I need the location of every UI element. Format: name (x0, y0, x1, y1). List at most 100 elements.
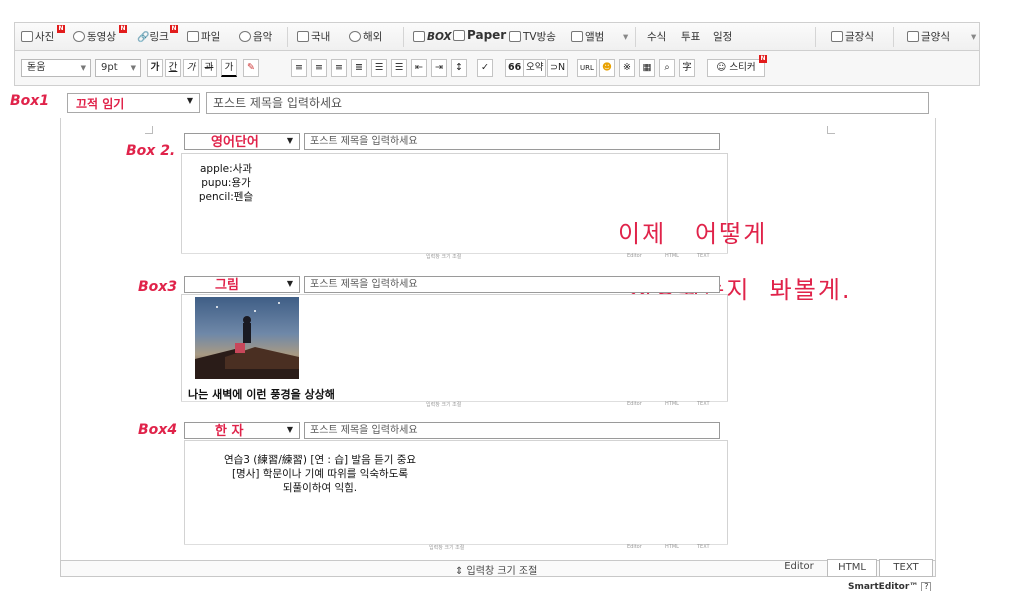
formula-button[interactable]: 수식 (647, 29, 666, 45)
photo-icon (21, 31, 33, 42)
numbered-list-icon: ☰ (374, 62, 384, 73)
justify-button[interactable]: ≣ (351, 59, 367, 77)
tab-editor[interactable]: Editor (773, 559, 825, 577)
sticker-button[interactable]: ☺ 스티커 (707, 59, 765, 77)
bold-button[interactable]: 가 (147, 59, 163, 77)
overseas-map-button[interactable]: 해외 (349, 29, 382, 45)
vote-button[interactable]: 투표 (681, 29, 700, 45)
video-button[interactable]: 동영상 (73, 29, 116, 45)
tab-text[interactable]: TEXT (697, 401, 710, 407)
text-style-button[interactable]: 글장식 (831, 29, 874, 45)
box4-annotation: Box4 (138, 422, 178, 438)
strike-button[interactable]: 과 (201, 59, 217, 77)
box2-title-input[interactable]: 포스트 제목을 입력하세요 (304, 133, 720, 150)
line-height-button[interactable]: ↕ (451, 59, 467, 77)
tab-editor[interactable]: Editor (627, 544, 642, 550)
outdent-icon: ⇤ (415, 62, 423, 73)
box3-content[interactable]: 나는 새벽에 이런 풍경을 상상해 (181, 294, 728, 401)
music-button[interactable]: 음악 (239, 29, 272, 45)
special-char-button[interactable]: ⊃N (547, 59, 569, 77)
tv-button[interactable]: TV방송 (509, 29, 556, 45)
font-select[interactable]: 돋움 ▼ (21, 59, 91, 77)
tab-html[interactable]: HTML (827, 559, 877, 577)
chevron-down-icon: ▼ (286, 136, 293, 145)
album-button[interactable]: 앨범 (571, 29, 604, 45)
template-dropdown[interactable]: ▾ (971, 29, 976, 45)
new-badge: N (57, 25, 65, 33)
insert-toolbar: 사진 N 동영상 N 🔗링크 N 파일 음악 국내 해외 BOX Paper T… (14, 22, 980, 50)
box4-title-input[interactable]: 포스트 제목을 입력하세요 (304, 422, 720, 439)
tab-editor[interactable]: Editor (627, 253, 642, 259)
box3-title-input[interactable]: 포스트 제목을 입력하세요 (304, 276, 720, 293)
tab-html[interactable]: HTML (665, 253, 679, 259)
resize-handle[interactable]: ⇕ 입력창 크기 조절 (455, 562, 537, 577)
tab-text[interactable]: TEXT (697, 253, 710, 259)
box4-content[interactable]: 연습3 (練習/練習) [연 : 습] 발음 듣기 중요 [명사] 학문이나 기… (184, 440, 728, 544)
divider (815, 27, 816, 47)
table-button[interactable]: ▦ (639, 59, 655, 77)
spellcheck-button[interactable]: ✓ (477, 59, 493, 77)
font-size-select[interactable]: 9pt ▼ (95, 59, 141, 77)
underline-button[interactable]: 간 (165, 59, 181, 77)
tab-text[interactable]: TEXT (879, 559, 933, 577)
italic-button[interactable]: 가 (183, 59, 199, 77)
summary-button[interactable]: 오약 (523, 59, 547, 77)
symbol-button[interactable]: ※ (619, 59, 635, 77)
numbered-list-button[interactable]: ☰ (371, 59, 387, 77)
box2-category-select[interactable]: 영어단어 ▼ (184, 133, 300, 150)
divider (287, 27, 288, 47)
resize-label[interactable]: 입력창 크기 조절 (426, 401, 461, 408)
emoticon-button[interactable]: ☻ (599, 59, 615, 77)
divider (403, 27, 404, 47)
chevron-down-icon: ▼ (286, 279, 293, 288)
box2-footer: 입력창 크기 조절 Editor HTML TEXT (181, 253, 728, 261)
chevron-down-icon: ▼ (130, 64, 136, 72)
corner-mark (145, 126, 153, 134)
tab-html[interactable]: HTML (665, 401, 679, 407)
file-button[interactable]: 파일 (187, 29, 220, 45)
box1-category-select[interactable]: 끄적 임기 ▼ (67, 93, 200, 113)
more-dropdown[interactable]: ▾ (623, 29, 628, 45)
box1-title-input[interactable]: 포스트 제목을 입력하세요 (206, 92, 929, 114)
resize-label[interactable]: 입력창 크기 조절 (429, 544, 464, 551)
align-center-button[interactable]: ≡ (311, 59, 327, 77)
align-right-button[interactable]: ≡ (331, 59, 347, 77)
url-button[interactable]: URL (577, 59, 597, 77)
box3-category-label: 그림 (215, 278, 239, 293)
bullet-list-button[interactable]: ☰ (391, 59, 407, 77)
file-icon (187, 31, 199, 42)
help-button[interactable]: ? (921, 582, 932, 591)
indent-button[interactable]: ⇥ (431, 59, 447, 77)
justify-icon: ≣ (355, 62, 363, 73)
outdent-button[interactable]: ⇤ (411, 59, 427, 77)
tab-text[interactable]: TEXT (697, 544, 710, 550)
search-button[interactable]: ⌕ (659, 59, 675, 77)
box4-category-select[interactable]: 한 자 ▼ (184, 422, 300, 439)
tab-html[interactable]: HTML (665, 544, 679, 550)
highlight-button[interactable]: ✎ (243, 59, 259, 77)
quote-button[interactable]: 66 (505, 59, 525, 77)
box3-category-select[interactable]: 그림 ▼ (184, 276, 300, 293)
smile-icon: ☻ (602, 62, 612, 73)
box4-category-label: 한 자 (215, 424, 244, 439)
link-button[interactable]: 🔗링크 (137, 29, 169, 45)
hanja-button[interactable]: 字 (679, 59, 695, 77)
paper-button[interactable]: Paper (453, 27, 506, 43)
box-button[interactable]: BOX (413, 29, 452, 45)
scenery-illustration (195, 302, 299, 379)
resize-label[interactable]: 입력창 크기 조절 (426, 253, 461, 260)
template-button[interactable]: 글양식 (907, 29, 950, 45)
box2-line: pupu:용가 (201, 177, 251, 189)
globe-icon (349, 31, 361, 42)
hanja-icon: 字 (682, 62, 692, 73)
box1-annotation: Box1 (10, 93, 50, 109)
photo-button[interactable]: 사진 (21, 29, 54, 45)
domestic-map-button[interactable]: 국내 (297, 29, 330, 45)
smarteditor-brand: SmartEditor™ ? (848, 582, 932, 591)
align-left-button[interactable]: ≡ (291, 59, 307, 77)
tab-editor[interactable]: Editor (627, 401, 642, 407)
schedule-button[interactable]: 일정 (713, 29, 732, 45)
font-color-button[interactable]: 가 (221, 59, 237, 77)
box3-caption: 나는 새벽에 이런 풍경을 상상해 (188, 388, 335, 401)
corner-mark (827, 126, 835, 134)
